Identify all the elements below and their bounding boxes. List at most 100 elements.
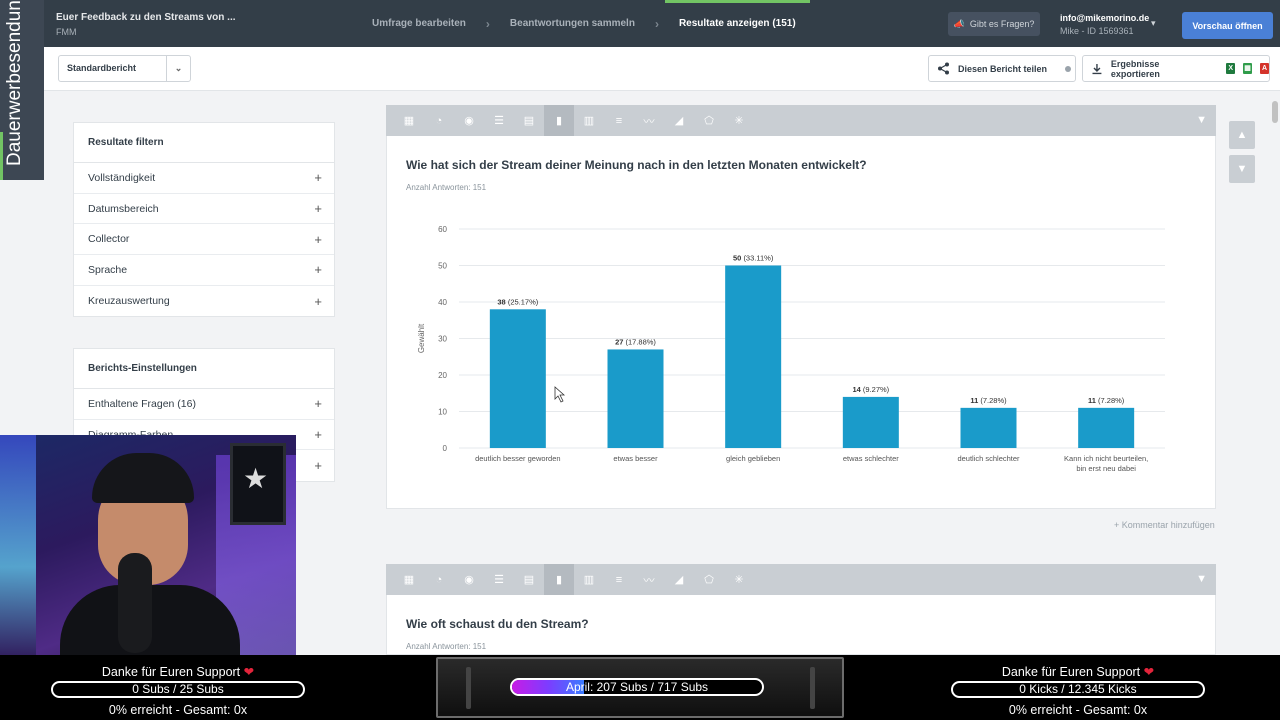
stacked-horizontal-icon[interactable]: ≡ xyxy=(604,105,634,136)
filter-item-label: Collector xyxy=(88,233,130,246)
area-chart-icon[interactable]: ◢ xyxy=(664,105,694,136)
settings-included-questions[interactable]: Enthaltene Fragen (16) + xyxy=(74,389,334,420)
stacked-bar-icon[interactable]: ▤ xyxy=(514,105,544,136)
bar-data-label: 11 (7.28%) xyxy=(970,396,1007,405)
step-analyze-results[interactable]: Resultate anzeigen (151) xyxy=(664,0,810,47)
add-comment-link[interactable]: + Kommentar hinzufügen xyxy=(1114,520,1215,530)
share-icon xyxy=(938,62,949,75)
step-collect-responses[interactable]: Beantwortungen sammeln xyxy=(496,0,649,47)
filter-completeness[interactable]: Vollständigkeit + xyxy=(74,163,334,194)
filter-collector[interactable]: Collector + xyxy=(74,224,334,256)
radar-chart-icon[interactable]: ⬠ xyxy=(694,105,724,136)
bar-data-label: 14 (9.27%) xyxy=(852,385,889,394)
vertical-bar-icon[interactable]: ▮ xyxy=(544,105,574,136)
stream-goals-bar: Danke für Euren Support ❤ 0 Subs / 25 Su… xyxy=(0,655,1280,720)
bar-data-label: 38 (25.17%) xyxy=(497,297,538,306)
share-report-button[interactable]: Diesen Bericht teilen xyxy=(928,55,1076,82)
vertical-bar-icon[interactable]: ▮ xyxy=(544,564,574,595)
preview-button[interactable]: Vorschau öffnen xyxy=(1182,12,1273,39)
filter-crosstab[interactable]: Kreuzauswertung + xyxy=(74,286,334,317)
scrollbar-thumb[interactable] xyxy=(1272,101,1278,123)
move-down-button[interactable]: ▼ xyxy=(1229,155,1255,183)
arrow-down-icon: ▼ xyxy=(1236,163,1248,175)
stacked-bar-icon[interactable]: ▤ xyxy=(514,564,544,595)
y-tick-label: 40 xyxy=(438,298,447,307)
goal-progress-bar: April: 207 Subs / 717 Subs xyxy=(510,678,764,696)
step-edit-survey[interactable]: Umfrage bearbeiten xyxy=(358,0,480,47)
microphone xyxy=(118,553,152,653)
export-results-button[interactable]: Ergebnisse exportieren X ▦ A xyxy=(1082,55,1270,82)
workflow-steps: Umfrage bearbeiten › Beantwortungen samm… xyxy=(358,0,810,47)
pie-chart-icon[interactable]: ◔ xyxy=(424,105,454,136)
horizontal-bar-icon[interactable]: ☰ xyxy=(484,105,514,136)
account-menu[interactable]: info@mikemorino.de Mike - ID 1569361 xyxy=(1060,13,1149,36)
help-button-label: Gibt es Fragen? xyxy=(969,19,1035,29)
help-button[interactable]: 📣 Gibt es Fragen? xyxy=(948,12,1040,36)
line-chart-icon[interactable]: 〰 xyxy=(634,105,664,136)
goal-footer: 0% erreicht - Gesamt: 0x xyxy=(108,703,248,717)
goal-title: Danke für Euren Support ❤ xyxy=(900,664,1256,680)
question-title: Wie hat sich der Stream deiner Meinung n… xyxy=(406,158,867,172)
download-icon xyxy=(1092,63,1102,74)
decor-pole xyxy=(466,667,471,709)
report-toolbar: Standardbericht ⌄ Diesen Bericht teilen … xyxy=(44,47,1280,91)
goal-footer: 0% erreicht - Gesamt: 0x xyxy=(1008,703,1148,717)
heart-icon: ❤ xyxy=(1143,665,1155,679)
survey-title[interactable]: Euer Feedback zu den Streams von ... xyxy=(56,12,236,23)
pie-chart-icon[interactable]: ◔ xyxy=(424,564,454,595)
bar-chart: 0 10 20 30 40 50 60 Gewählt 38 (25.17%) deutlich … xyxy=(417,225,1165,473)
pdf-icon[interactable]: A xyxy=(1260,63,1270,74)
area-chart-icon[interactable]: ◢ xyxy=(664,564,694,595)
share-status-dot xyxy=(1065,65,1072,72)
survey-folder: FMM xyxy=(56,27,77,37)
mouse-cursor xyxy=(554,386,566,403)
settings-icon[interactable]: ✳ xyxy=(724,564,754,595)
bar xyxy=(725,265,782,448)
y-tick-label: 60 xyxy=(438,225,447,234)
x-tick-label: Kann ich nicht beurteilen, xyxy=(1064,454,1148,463)
grouped-bar-icon[interactable]: ▥ xyxy=(574,564,604,595)
bar xyxy=(607,349,664,448)
x-tick-label: bin erst neu dabei xyxy=(1076,464,1136,473)
radar-chart-icon[interactable]: ⬠ xyxy=(694,564,724,595)
stacked-horizontal-icon[interactable]: ≡ xyxy=(604,564,634,595)
top-navigation-bar: Euer Feedback zu den Streams von ... FMM… xyxy=(0,0,1280,47)
filter-date-range[interactable]: Datumsbereich + xyxy=(74,194,334,225)
question-card: Wie oft schaust du den Stream? Anzahl An… xyxy=(386,595,1216,655)
goal-progress-text: 0 Kicks / 12.345 Kicks xyxy=(1019,682,1137,696)
report-view-value: Standardbericht xyxy=(67,63,137,73)
goal-progress-text: April: 207 Subs / 717 Subs xyxy=(565,680,709,694)
move-up-button[interactable]: ▲ xyxy=(1229,121,1255,149)
x-tick-label: etwas schlechter xyxy=(843,454,899,463)
y-tick-label: 50 xyxy=(438,262,447,271)
decor-pole xyxy=(810,667,815,709)
goal-title-text: Danke für Euren Support xyxy=(101,665,241,679)
settings-icon[interactable]: ✳ xyxy=(724,105,754,136)
export-results-label: Ergebnisse exportieren xyxy=(1110,58,1160,79)
donut-chart-icon[interactable]: ◉ xyxy=(454,564,484,595)
filter-language[interactable]: Sprache + xyxy=(74,255,334,286)
sheets-icon[interactable]: ▦ xyxy=(1243,63,1253,74)
donut-chart-icon[interactable]: ◉ xyxy=(454,105,484,136)
report-view-select[interactable]: Standardbericht ⌄ xyxy=(58,55,191,82)
table-icon[interactable]: ▦ xyxy=(394,105,424,136)
plus-icon: + xyxy=(314,458,322,474)
table-icon[interactable]: ▦ xyxy=(394,564,424,595)
chart-type-toolbar: ▦ ◔ ◉ ☰ ▤ ▮ ▥ ≡ 〰 ◢ ⬠ ✳ ▼ xyxy=(386,105,1216,136)
x-tick-label: etwas besser xyxy=(613,454,658,463)
filter-icon[interactable]: ▼ xyxy=(1196,114,1207,126)
goal-title: Danke für Euren Support ❤ xyxy=(0,664,356,680)
monthly-goal-widget: April: 207 Subs / 717 Subs xyxy=(436,657,844,718)
chevron-down-icon[interactable]: ▾ xyxy=(1151,18,1156,29)
line-chart-icon[interactable]: 〰 xyxy=(634,564,664,595)
account-email: info@mikemorino.de xyxy=(1060,13,1150,23)
horizontal-bar-icon[interactable]: ☰ xyxy=(484,564,514,595)
goal-title-text: Danke für Euren Support xyxy=(1001,665,1141,679)
page-scrollbar[interactable] xyxy=(1270,91,1280,655)
filter-icon[interactable]: ▼ xyxy=(1196,573,1207,585)
bar xyxy=(960,407,1017,448)
account-id: Mike - ID 1569361 xyxy=(1060,26,1134,36)
chevron-right-icon: › xyxy=(654,16,659,31)
excel-icon[interactable]: X xyxy=(1226,63,1236,74)
grouped-bar-icon[interactable]: ▥ xyxy=(574,105,604,136)
